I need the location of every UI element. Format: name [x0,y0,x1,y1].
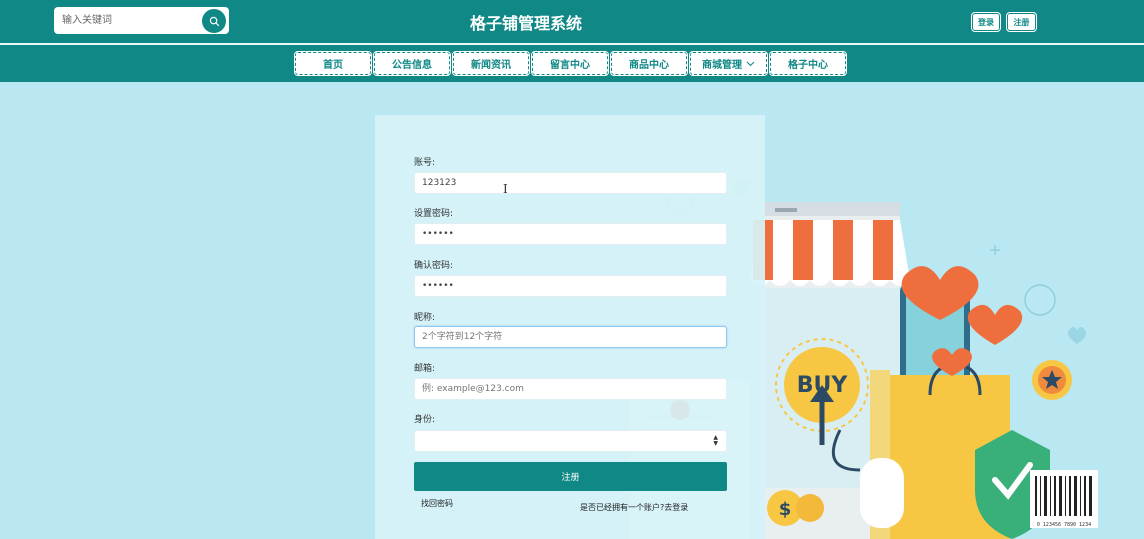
svg-text:$: $ [779,499,792,520]
nav-item-label: 格子中心 [788,60,828,71]
email-input[interactable] [414,378,727,400]
star-medal-icon [1032,360,1072,400]
account-input[interactable] [414,172,727,194]
heart-icon [967,304,1023,345]
heart-outline-icon [1068,327,1086,344]
nav-item-announcements[interactable]: 公告信息 [373,51,451,76]
search-input[interactable] [62,11,200,30]
barcode-number: 0 123456 7890 1234 [1037,522,1091,528]
site-title: 格子铺管理系统 [469,14,582,33]
role-label: 身份: [414,415,436,425]
search-icon [209,16,219,26]
chevron-down-icon [746,61,755,66]
nav-item-grid-center[interactable]: 格子中心 [769,51,847,76]
forgot-password-link[interactable]: 找回密码 [421,498,453,509]
nav-item-home[interactable]: 首页 [294,51,372,76]
nav-item-label: 商城管理 [702,60,742,71]
login-button[interactable]: 登录 [972,13,1000,31]
role-select[interactable]: ▲ ▼ [414,430,727,452]
select-arrows-icon: ▲ ▼ [713,434,718,447]
search-button[interactable] [202,9,226,33]
nav-item-products[interactable]: 商品中心 [610,51,688,76]
mouse-illustration [860,458,904,528]
coin-icon: $ [767,490,824,526]
password-input[interactable] [414,223,727,245]
password-label: 设置密码: [414,209,454,219]
confirm-password-input[interactable] [414,275,727,297]
text-cursor-icon: I [503,182,508,196]
register-button[interactable]: 注册 [1007,13,1036,31]
nav-item-messages[interactable]: 留言中心 [531,51,609,76]
account-label: 账号: [414,158,436,168]
nav-item-label: 公告信息 [392,60,432,71]
nav-item-label: 留言中心 [550,60,590,71]
nickname-label: 昵称: [414,313,436,323]
nav-item-label: 新闻资讯 [471,60,511,71]
nav-item-news[interactable]: 新闻资讯 [452,51,530,76]
confirm-password-label: 确认密码: [414,261,454,271]
register-submit-button[interactable]: 注册 [414,462,727,491]
email-label: 邮箱: [414,364,436,374]
barcode-icon: 0 123456 7890 1234 [1030,470,1098,528]
nickname-input[interactable] [414,326,727,348]
nav-item-label: 商品中心 [629,60,669,71]
nav-item-shop-management[interactable]: 商城管理 [689,51,768,76]
nav-item-label: 首页 [323,60,343,71]
go-login-link[interactable]: 是否已经拥有一个账户?去登录 [580,502,688,513]
